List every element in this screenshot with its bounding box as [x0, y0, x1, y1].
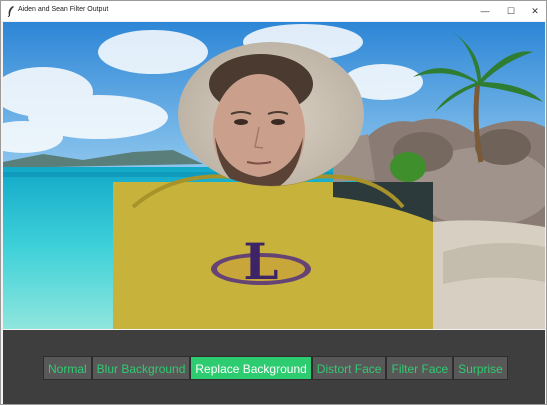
filter-button-row: Normal Blur Background Replace Backgroun…: [43, 356, 508, 380]
replace-background-button[interactable]: Replace Background: [190, 356, 312, 380]
filter-control-panel: Normal Blur Background Replace Backgroun…: [3, 330, 545, 404]
video-output: L: [3, 22, 545, 329]
filter-face-button[interactable]: Filter Face: [386, 356, 454, 380]
svg-text:L: L: [243, 232, 278, 291]
video-frame: L: [3, 22, 545, 329]
window-title: Aiden and Sean Filter Output: [18, 6, 109, 13]
app-window: Aiden and Sean Filter Output — ☐ ✕ L Nor…: [0, 0, 547, 405]
close-button[interactable]: ✕: [521, 1, 547, 21]
blur-background-button[interactable]: Blur Background: [91, 356, 191, 380]
distort-face-button[interactable]: Distort Face: [311, 356, 387, 380]
minimize-button[interactable]: —: [471, 1, 499, 21]
bush: [390, 152, 426, 182]
normal-button[interactable]: Normal: [43, 356, 92, 380]
title-bar[interactable]: Aiden and Sean Filter Output — ☐ ✕: [1, 1, 546, 21]
feather-app-icon: [7, 6, 14, 17]
surprise-button[interactable]: Surprise: [453, 356, 508, 380]
